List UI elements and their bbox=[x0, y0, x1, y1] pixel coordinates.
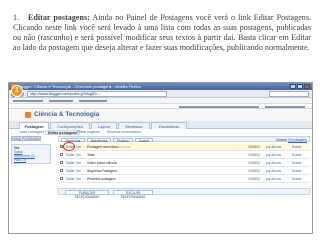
bookmark-item[interactable] bbox=[49, 100, 73, 102]
post-title[interactable]: Primeira postagem bbox=[87, 177, 115, 181]
step-number: 1. bbox=[13, 13, 20, 22]
view-link[interactable]: Ver bbox=[76, 161, 81, 165]
post-delete-link[interactable]: Excluir bbox=[292, 153, 302, 157]
post-author: por Alunos bbox=[266, 160, 282, 165]
bookmark-item[interactable] bbox=[13, 100, 43, 102]
account-links[interactable] bbox=[265, 105, 305, 108]
post-author: por Alunos bbox=[266, 176, 282, 181]
post-delete-link[interactable]: Excluir bbox=[292, 145, 302, 149]
view-link[interactable]: Ver bbox=[76, 153, 81, 157]
separator: | bbox=[74, 168, 75, 173]
table-row: Editar | Ver Primeira postagem 29/08/11 … bbox=[58, 175, 310, 183]
close-icon[interactable] bbox=[304, 84, 310, 89]
tab-monetizar[interactable]: Monetizar bbox=[118, 122, 150, 129]
post-date: 29/08/11 bbox=[248, 152, 261, 157]
row-checkbox[interactable] bbox=[60, 153, 63, 156]
minimize-icon[interactable] bbox=[290, 84, 296, 89]
post-delete-link[interactable]: Excluir bbox=[292, 177, 302, 181]
window-title: Blogger: Ciência e Tecnologia - Gerencia… bbox=[18, 84, 141, 89]
select-dropdown[interactable]: Selecionar bbox=[61, 137, 85, 142]
post-date: 29/08/11 bbox=[248, 160, 261, 165]
posts-content: NOVA POSTAGEM Ver Todos Rascunhos (2) Pu… bbox=[9, 135, 312, 233]
delete-selected-button[interactable]: EXCLUIR SELECIONADAS bbox=[113, 190, 153, 199]
post-delete-link[interactable]: Excluir bbox=[292, 169, 302, 173]
pager-link[interactable]: 25 postagens bbox=[288, 138, 307, 142]
separator: | bbox=[74, 176, 75, 181]
bookmark-item[interactable] bbox=[79, 100, 107, 102]
separator: | bbox=[74, 160, 75, 165]
post-author: por Alunos bbox=[266, 168, 282, 173]
post-delete-link[interactable]: Excluir bbox=[292, 161, 302, 165]
post-date: 29/08/11 bbox=[248, 176, 261, 181]
tab-layout[interactable]: Layout bbox=[91, 122, 117, 129]
filter-published-link[interactable]: Publ. (7) bbox=[14, 158, 48, 162]
callout-number-badge: 1 bbox=[11, 85, 23, 97]
table-row: Editar | Ver Segunda Postagem 29/08/11 p… bbox=[58, 167, 310, 175]
post-status: rascunho bbox=[118, 144, 131, 149]
publish-selected-button[interactable]: PUBLICAR SELECIONADAS bbox=[65, 190, 109, 199]
post-title[interactable]: Segunda Postagem bbox=[87, 169, 117, 173]
post-date: 30/08/11 bbox=[248, 144, 261, 149]
window-controls bbox=[290, 84, 310, 89]
posts-table: Editar | Ver Postagem sem título rascunh… bbox=[58, 142, 310, 183]
account-links[interactable] bbox=[179, 105, 259, 108]
row-checkbox[interactable] bbox=[60, 177, 63, 180]
posts-sidebar: NOVA POSTAGEM Ver Todos Rascunhos (2) Pu… bbox=[11, 136, 55, 164]
view-link[interactable]: Ver bbox=[76, 177, 81, 181]
labels-button[interactable]: Marcadores bbox=[87, 137, 111, 142]
main-tabs: Postagem Configurações Layout Monetizar … bbox=[9, 121, 312, 129]
browser-search-field[interactable] bbox=[269, 91, 309, 97]
pager-prefix: Mostrar bbox=[276, 138, 287, 142]
step-lead: Editar postagens: bbox=[28, 13, 90, 22]
separator: | bbox=[74, 144, 75, 149]
tab-configuracoes[interactable]: Configurações bbox=[50, 122, 90, 129]
instruction-paragraph: 1. Editar postagens: Ainda no Painel de P… bbox=[13, 13, 311, 53]
browser-screenshot: Blogger: Ciência e Tecnologia - Gerencia… bbox=[8, 82, 313, 234]
bulk-actions-bar: PUBLICAR SELECIONADAS EXCLUIR SELECIONAD… bbox=[58, 188, 310, 199]
url-field[interactable]: http://www.blogger.com/posts.g?blogID=..… bbox=[27, 91, 167, 97]
tab-postagem[interactable]: Postagem bbox=[19, 122, 49, 129]
post-title[interactable]: Vídeo sobre ciência bbox=[87, 161, 117, 165]
delete-button[interactable]: Excluir bbox=[135, 137, 153, 142]
blog-header: Ciência & Tecnologia bbox=[9, 109, 312, 121]
post-author: por Alunos bbox=[266, 152, 282, 157]
new-post-button[interactable]: NOVA POSTAGEM bbox=[11, 136, 41, 141]
post-title[interactable]: Postagem sem título bbox=[87, 145, 118, 149]
browser-titlebar: Blogger: Ciência e Tecnologia - Gerencia… bbox=[9, 83, 312, 90]
publish-button[interactable]: Publicar bbox=[113, 137, 133, 142]
view-link[interactable]: Ver bbox=[76, 145, 81, 149]
slide: 1. Editar postagens: Ainda no Painel de P… bbox=[0, 0, 320, 240]
tab-estatisticas[interactable]: Estatísticas bbox=[151, 122, 187, 129]
filter-box: Ver Todos Rascunhos (2) Publ. (7) bbox=[11, 144, 51, 164]
separator: | bbox=[74, 152, 75, 157]
address-bar: http://www.blogger.com/posts.g?blogID=..… bbox=[9, 90, 312, 98]
post-title[interactable]: Teste bbox=[87, 153, 95, 157]
view-link[interactable]: Ver bbox=[76, 169, 81, 173]
maximize-icon[interactable] bbox=[297, 84, 303, 89]
posts-list-panel: Selecionar Marcadores Publicar Excluir M… bbox=[58, 136, 310, 199]
row-checkbox[interactable] bbox=[60, 161, 63, 164]
table-row: Editar | Ver Vídeo sobre ciência 29/08/1… bbox=[58, 159, 310, 167]
table-row: Editar | Ver Postagem sem título rascunh… bbox=[58, 142, 310, 151]
row-checkbox[interactable] bbox=[60, 169, 63, 172]
blogger-logo-icon bbox=[25, 112, 31, 118]
post-date: 29/08/11 bbox=[248, 168, 261, 173]
posts-toolbar: Selecionar Marcadores Publicar Excluir M… bbox=[58, 136, 310, 142]
table-row: Editar | Ver Teste 29/08/11 por Alunos E… bbox=[58, 151, 310, 159]
post-author: por Alunos bbox=[266, 144, 282, 149]
blog-name: Ciência & Tecnologia bbox=[34, 111, 100, 118]
